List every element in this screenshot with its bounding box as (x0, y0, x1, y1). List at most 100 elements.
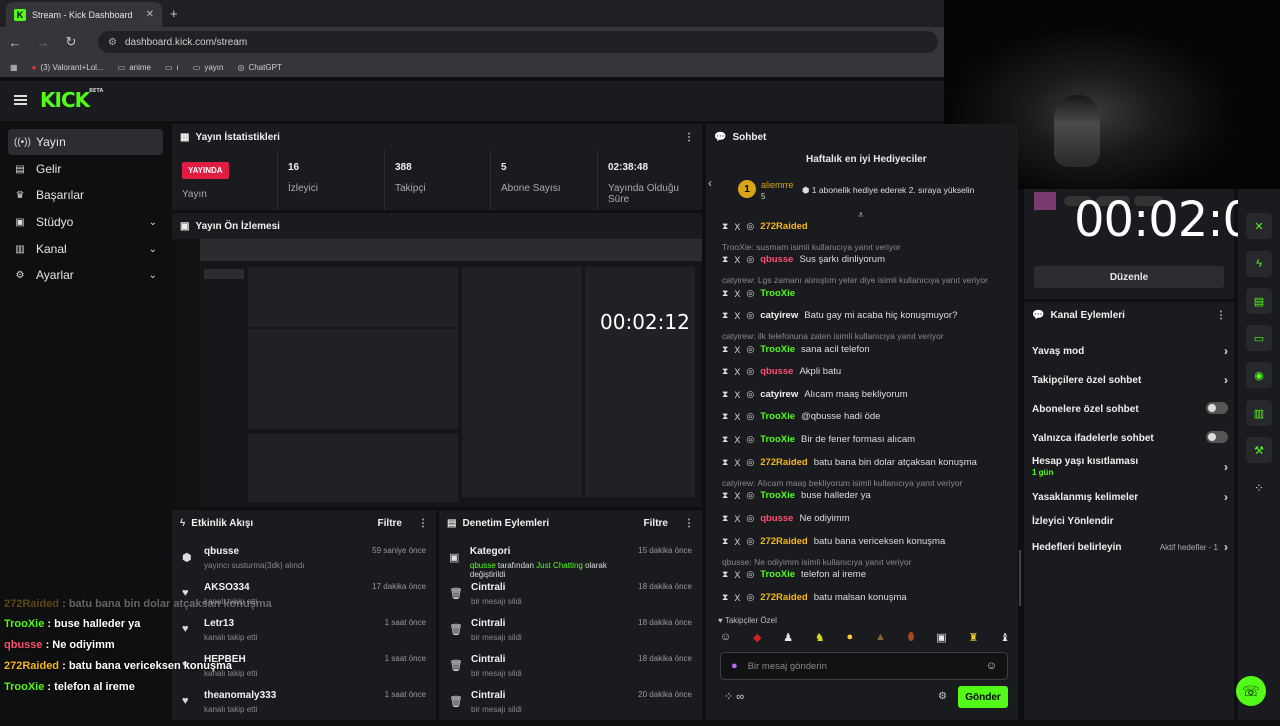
chat-username[interactable]: TrooXie (760, 434, 795, 445)
forward-icon[interactable]: → (36, 35, 50, 50)
gear-icon[interactable]: ⚙ (938, 691, 947, 702)
ban-icon[interactable]: X (734, 345, 740, 355)
action-slow-mode[interactable]: Yavaş mod › (1032, 344, 1228, 358)
browser-tab[interactable]: K Stream - Kick Dashboard ✕ (6, 2, 162, 27)
ban-icon[interactable]: X (734, 367, 740, 377)
timeout-icon[interactable]: ⧗ (722, 288, 728, 299)
collapse-icon[interactable]: ⩡ (858, 210, 864, 221)
wrench-icon[interactable]: ⚒ (1246, 437, 1272, 463)
sidebar-item-ayarlar[interactable]: ⚙ Ayarlar ⌄ (8, 262, 163, 288)
chat-message[interactable]: ⧗ X ◎ TrooXie Bir de fener forması alıcam (722, 434, 915, 445)
new-tab-icon[interactable]: + (170, 6, 178, 21)
action-raid[interactable]: İzleyici Yönlendir (1032, 516, 1228, 527)
more-icon[interactable]: ⋮ (418, 518, 428, 529)
sidebar-item-gelir[interactable]: ▤ Gelir (8, 156, 163, 182)
ban-icon[interactable]: X (734, 311, 740, 321)
chat-username[interactable]: TrooXie (760, 490, 795, 501)
sidebar-item-yayin[interactable]: ((•)) Yayın (8, 129, 163, 155)
sidebar-item-basarilar[interactable]: ♛ Başarılar (8, 182, 163, 208)
emote-icon[interactable]: ▲ (875, 631, 886, 649)
chat-username[interactable]: 272Raided (760, 592, 808, 603)
lightning-icon[interactable]: ϟ (1246, 251, 1272, 277)
ban-icon[interactable]: X (734, 491, 740, 501)
action-banned-words[interactable]: Yasaklanmış kelimeler › (1032, 490, 1228, 504)
timeout-icon[interactable]: ⧗ (722, 254, 728, 265)
emote-icon[interactable]: ♟ (783, 631, 793, 649)
timeout-icon[interactable]: ⧗ (722, 310, 728, 321)
ban-icon[interactable]: X (734, 537, 740, 547)
filter-button[interactable]: Filtre (378, 518, 402, 529)
more-icon[interactable]: ⋮ (1216, 310, 1226, 321)
chat-username[interactable]: catyirew (760, 310, 798, 321)
timeout-icon[interactable]: ⧗ (722, 569, 728, 580)
timeout-icon[interactable]: ⧗ (722, 490, 728, 501)
chevron-left-icon[interactable]: ‹ (708, 176, 712, 190)
gifter-name[interactable]: aliemrre (761, 180, 794, 190)
chat-message[interactable]: ⧗ X ◎ 272Raided (722, 221, 814, 232)
chat-username[interactable]: TrooXie (760, 569, 795, 580)
chat-username[interactable]: qbusse (760, 366, 793, 377)
chat-message[interactable]: ⧗ X ◎ 272Raided batu bana vericeksen konuşma (722, 536, 945, 547)
timeout-icon[interactable]: ⧗ (722, 457, 728, 468)
chat-input[interactable]: ● Bir mesaj gönderin ☺ (720, 652, 1008, 680)
timeout-icon[interactable]: ⧗ (722, 411, 728, 422)
ban-icon[interactable]: X (734, 412, 740, 422)
clipboard-icon[interactable]: ▤ (1246, 288, 1272, 314)
ban-icon[interactable]: X (734, 222, 740, 232)
reload-icon[interactable]: ↻ (64, 34, 78, 50)
chat-message[interactable]: ⧗ X ◎ catyirew Alıcam maaş bekliyorum (722, 389, 908, 400)
stream-preview[interactable] (172, 239, 702, 507)
chat-scrollbar[interactable] (1019, 550, 1021, 606)
chat-username[interactable]: TrooXie (760, 344, 795, 355)
site-info-icon[interactable]: ⚙ (108, 37, 117, 48)
sidebar-item-kanal[interactable]: ▥ Kanal ⌄ (8, 236, 163, 262)
chat-username[interactable]: 272Raided (760, 536, 808, 547)
ban-icon[interactable]: X (734, 435, 740, 445)
more-icon[interactable]: ⋮ (684, 132, 694, 143)
edit-button[interactable]: Düzenle (1034, 266, 1224, 288)
emote-icon[interactable]: ● (847, 631, 854, 649)
chat-message[interactable]: ⧗ X ◎ catyirew Batu gay mi acaba hiç konuşmu… (722, 310, 957, 321)
bookmark-yayin[interactable]: ▭ yayın (193, 63, 224, 72)
back-icon[interactable]: ← (8, 35, 22, 50)
timeout-icon[interactable]: ⧗ (722, 221, 728, 232)
emote-icon[interactable]: ⬮ (908, 631, 915, 649)
timeout-icon[interactable]: ⧗ (722, 434, 728, 445)
timeout-icon[interactable]: ⧗ (722, 344, 728, 355)
sidebar-item-studyo[interactable]: ▣ Stüdyo ⌄ (8, 209, 163, 235)
ban-icon[interactable]: X (734, 255, 740, 265)
ban-icon[interactable]: X (734, 514, 740, 524)
emote-icon[interactable]: ♞ (815, 631, 825, 649)
print-icon[interactable]: ▥ (1246, 400, 1272, 426)
ban-icon[interactable]: X (734, 570, 740, 580)
chat-message[interactable]: ⧗ X ◎ qbusse Akpli batu (722, 366, 841, 377)
chat-username[interactable]: qbusse (760, 513, 793, 524)
chat-username[interactable]: TrooXie (760, 411, 795, 422)
more-icon[interactable]: ⋮ (684, 518, 694, 529)
chat-message[interactable]: ⧗ X ◎ qbusse Ne odiyimm (722, 513, 850, 524)
ban-icon[interactable]: X (734, 289, 740, 299)
timeout-icon[interactable]: ⧗ (722, 592, 728, 603)
chat-message[interactable]: ⧗ X ◎ TrooXie @qbusse hadi öde (722, 411, 880, 422)
chat-message[interactable]: ⧗ X ◎ TrooXie buse halleder ya (722, 490, 871, 501)
action-emote-chat[interactable]: Yalnızca ifadelerle sohbet (1032, 431, 1228, 446)
timeout-icon[interactable]: ⧗ (722, 389, 728, 400)
chat-message[interactable]: ⧗ X ◎ qbusse Sus şarkı dinliyorum (722, 254, 885, 265)
emote-icon[interactable]: ♜ (968, 631, 978, 649)
url-field[interactable]: ⚙ dashboard.kick.com/stream (98, 31, 938, 53)
emote-chat-toggle[interactable] (1206, 431, 1228, 443)
chat-username[interactable]: 272Raided (760, 457, 808, 468)
emoji-icon[interactable]: ☺ (986, 660, 997, 672)
mic-icon[interactable]: ● (731, 660, 738, 672)
chat-message[interactable]: ⧗ X ◎ 272Raided batu bana bin dolar atçaksan… (722, 457, 977, 468)
action-goals[interactable]: Hedefleri belirleyin Aktif hedefler - 1 › (1032, 540, 1228, 554)
chat-username[interactable]: catyirew (760, 389, 798, 400)
close-tab-icon[interactable]: ✕ (146, 9, 154, 20)
emote-icon[interactable]: ♝ (1000, 631, 1010, 649)
menu-icon[interactable] (14, 95, 27, 105)
bookmark-chatgpt[interactable]: ◎ ChatGPT (237, 63, 281, 72)
chat-username[interactable]: 272Raided (760, 221, 808, 232)
bookmark-valorant[interactable]: ● (3) Valorant+Lol... (32, 63, 104, 72)
apps-icon[interactable]: ▦ (10, 63, 18, 72)
chat-message[interactable]: ⧗ X ◎ 272Raided batu malsan konuşma (722, 592, 907, 603)
